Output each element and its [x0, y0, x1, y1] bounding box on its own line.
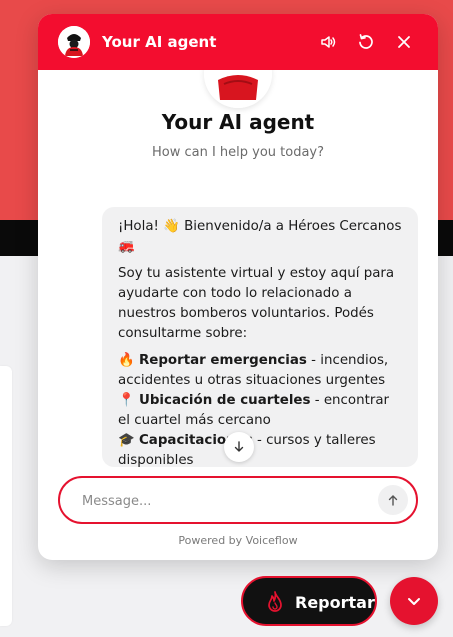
- message-input[interactable]: [80, 489, 364, 513]
- message-item-title: Reportar emergencias: [138, 353, 307, 368]
- pin-emoji: 📍: [118, 393, 135, 408]
- chat-header: Your AI agent: [38, 14, 438, 70]
- scroll-down-button[interactable]: [224, 432, 254, 462]
- volume-button[interactable]: [316, 30, 340, 54]
- agent-intro-subtitle: How can I help you today?: [151, 145, 325, 160]
- report-button-label: Reportar: [295, 593, 375, 612]
- volume-icon: [321, 36, 336, 48]
- page-side-card: [0, 366, 12, 626]
- arrow-down-icon: [234, 441, 244, 452]
- message-greeting: ¡Hola! 👋 Bienvenido/a a Héroes Cercanos …: [118, 219, 402, 254]
- agent-avatar-icon: [58, 26, 90, 58]
- message-intro: Soy tu asistente virtual y estoy aquí pa…: [118, 266, 395, 341]
- message-item: 📍 Ubicación de cuarteles - encontrar el …: [118, 391, 402, 431]
- fire-emoji: 🔥: [118, 353, 135, 368]
- chevron-down-icon: [408, 598, 420, 605]
- agent-intro-title: Your AI agent: [161, 110, 315, 134]
- agent-message-bubble: ¡Hola! 👋 Bienvenido/a a Héroes Cercanos …: [102, 207, 418, 467]
- chat-widget: Your AI agent How can I help you today? …: [38, 14, 438, 560]
- restart-button[interactable]: [354, 30, 378, 54]
- restart-icon: [359, 34, 373, 49]
- header-avatar: [58, 26, 90, 58]
- fire-icon: [268, 591, 282, 612]
- close-button[interactable]: [392, 30, 416, 54]
- graduation-emoji: 🎓: [118, 433, 135, 448]
- send-button[interactable]: [378, 485, 408, 515]
- message-item-title: Ubicación de cuarteles: [138, 393, 311, 408]
- header-title: Your AI agent: [102, 33, 217, 51]
- message-item: 🎓 Capacitaciones - cursos y talleres dis…: [118, 431, 402, 467]
- message-composer: [58, 476, 418, 524]
- powered-by-footer: Powered by Voiceflow: [178, 534, 298, 547]
- send-arrow-icon: [388, 495, 398, 506]
- close-icon: [398, 36, 410, 48]
- report-button[interactable]: Reportar: [241, 576, 377, 626]
- message-item: 🔥 Reportar emergencias - incendios, acci…: [118, 351, 402, 391]
- chat-launcher-button[interactable]: [390, 577, 438, 625]
